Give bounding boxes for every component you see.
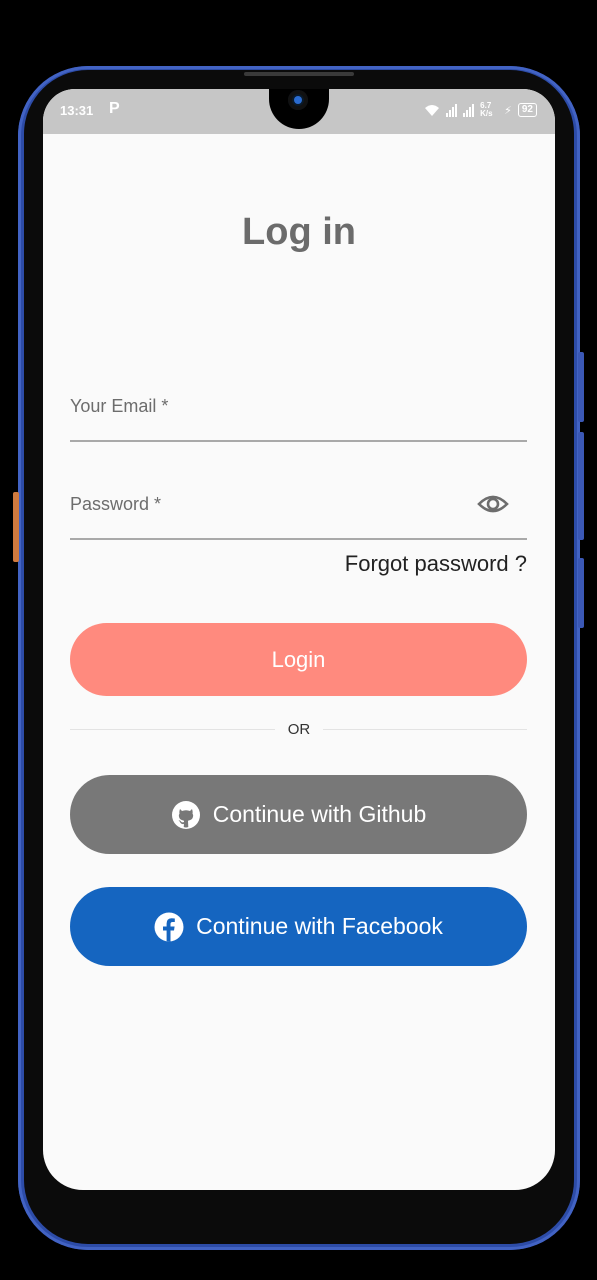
email-label: Your Email *	[70, 396, 169, 416]
volume-down-button	[578, 432, 584, 540]
wifi-icon	[425, 104, 440, 116]
volume-up-button	[578, 352, 584, 422]
power-button	[578, 558, 584, 628]
network-speed: 6.7 K/s	[480, 101, 493, 118]
signal-icon	[446, 103, 458, 117]
status-time: 13:31	[60, 103, 94, 118]
status-indicators: 6.7 K/s ⚡ 92	[424, 102, 537, 118]
app-badge-icon: P	[109, 100, 120, 117]
github-button-label: Continue with Github	[212, 801, 427, 827]
earpiece-speaker	[244, 72, 354, 76]
password-label: Password *	[70, 494, 162, 514]
front-camera	[288, 90, 308, 110]
facebook-login-button[interactable]: Continue with Facebook	[70, 887, 527, 966]
page-title: Log in	[242, 211, 356, 253]
facebook-button-label: Continue with Facebook	[196, 913, 443, 939]
side-key	[13, 492, 19, 562]
forgot-password-link[interactable]: Forgot password ?	[345, 551, 527, 577]
password-field[interactable]: Password *	[70, 478, 527, 540]
app-screen: 13:31 P 6.7 K/s ⚡ 92 Log in Your Email *…	[43, 89, 555, 1190]
signal-icon-2	[463, 103, 475, 117]
charging-icon: ⚡	[504, 104, 512, 117]
github-login-button[interactable]: Continue with Github	[70, 775, 527, 854]
battery-level: 92	[517, 103, 537, 117]
eye-icon[interactable]	[477, 492, 509, 516]
or-divider: OR	[287, 721, 311, 738]
login-button-label: Login	[271, 646, 326, 672]
github-icon	[171, 800, 200, 829]
facebook-icon	[154, 912, 184, 941]
email-field[interactable]: Your Email *	[70, 380, 527, 442]
login-button[interactable]: Login	[70, 623, 527, 696]
